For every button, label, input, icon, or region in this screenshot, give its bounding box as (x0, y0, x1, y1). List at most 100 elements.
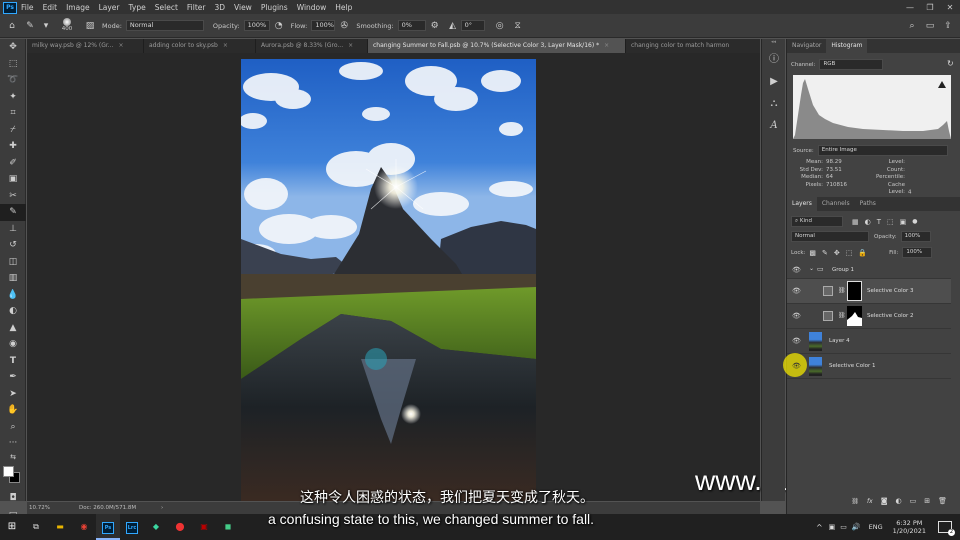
task-view-icon[interactable]: ⧉ (24, 514, 48, 540)
menu-view[interactable]: View (234, 3, 252, 12)
pressure-size-icon[interactable]: ◎ (494, 20, 506, 32)
tab-navigator[interactable]: Navigator (787, 39, 826, 53)
angle-field[interactable]: 0° (460, 20, 485, 31)
layer-thumbnail[interactable] (809, 332, 822, 351)
lock-transparent-icon[interactable]: ▩ (809, 249, 816, 257)
visibility-eye-icon[interactable]: 👁 (792, 287, 801, 296)
opacity-pressure-icon[interactable]: ◔ (273, 20, 285, 32)
volume-icon[interactable]: 🔊 (852, 523, 861, 531)
collapse-arrows-icon[interactable]: ◂◂ (762, 39, 785, 49)
menu-file[interactable]: File (21, 3, 34, 12)
menu-window[interactable]: Window (297, 3, 327, 12)
tab-histogram[interactable]: Histogram (826, 39, 868, 53)
lock-artboard-icon[interactable]: ⬚ (846, 249, 853, 257)
fill-field[interactable]: 100% (902, 247, 933, 258)
share-icon[interactable]: ⇪ (942, 20, 954, 32)
hand-tool-icon[interactable]: ✋ (0, 402, 26, 419)
clone-stamp-tool-icon[interactable]: ⊥ (0, 221, 26, 238)
smoothing-field[interactable]: 0% (397, 20, 426, 31)
brush-size-picker[interactable]: 400 (58, 16, 76, 36)
flow-field[interactable]: 100% (311, 20, 336, 31)
close-tab-icon[interactable]: × (348, 42, 353, 49)
close-tab-icon[interactable]: × (604, 42, 609, 49)
layer-mask-thumbnail[interactable] (847, 306, 862, 326)
menu-image[interactable]: Image (66, 3, 90, 12)
marquee-tool-icon[interactable]: ⬚ (0, 56, 26, 73)
app-icon-teal[interactable]: ◼ (216, 514, 240, 540)
menu-type[interactable]: Type (129, 3, 146, 12)
home-icon[interactable]: ⌂ (6, 20, 18, 32)
trash-icon[interactable]: 🗑 (938, 497, 947, 505)
layer-row-selective-color-3[interactable]: 👁 ⛓ Selective Color 3 (787, 279, 951, 304)
menu-layer[interactable]: Layer (99, 3, 120, 12)
dodge-tool-icon[interactable]: ◐ (0, 303, 26, 320)
network-icon[interactable]: ▭ (840, 523, 847, 531)
lightroom-classic-icon[interactable]: Lrc (120, 514, 144, 540)
menu-3d[interactable]: 3D (214, 3, 225, 12)
tab-aurora[interactable]: Aurora.psb @ 8.33% (Gro... × (256, 39, 368, 53)
chrome-icon[interactable]: ◉ (72, 514, 96, 540)
smoothing-gear-icon[interactable]: ⚙ (429, 20, 441, 32)
new-adjustment-icon[interactable]: ◐ (896, 497, 902, 505)
airbrush-icon[interactable]: ✇ (338, 20, 350, 32)
spot-heal-tool-icon[interactable]: ✚ (0, 138, 26, 155)
status-menu-arrow[interactable]: › (161, 502, 163, 514)
history-brush-tool-icon[interactable]: ↺ (0, 237, 26, 254)
menu-filter[interactable]: Filter (187, 3, 206, 12)
symmetry-icon[interactable]: ⧖ (512, 20, 524, 32)
lasso-tool-icon[interactable]: ➰ (0, 72, 26, 89)
content-aware-move-tool-icon[interactable]: ✂ (0, 188, 26, 205)
notification-center-icon[interactable]: 2 (938, 521, 955, 536)
type-tool-icon[interactable]: T (0, 353, 26, 370)
patch-tool-icon[interactable]: ▣ (0, 171, 26, 188)
info-icon[interactable]: ⓘ (762, 49, 786, 71)
layer-row-selective-color-2[interactable]: 👁 ⛓ Selective Color 2 (787, 304, 951, 329)
zoom-tool-icon[interactable]: ⌕ (0, 419, 26, 436)
pen-tool-icon[interactable]: ✒ (0, 369, 26, 386)
source-select[interactable]: Entire Image (817, 145, 948, 156)
gradient-tool-icon[interactable]: ▥ (0, 270, 26, 287)
layer-filter-kind[interactable]: ⌕ Kind (791, 216, 843, 227)
mask-link-icon[interactable]: ⛓ (838, 287, 846, 294)
filter-adjustment-icon[interactable]: ◐ (865, 218, 871, 226)
visibility-eye-icon[interactable]: 👁 (792, 312, 801, 321)
eraser-tool-icon[interactable]: ◫ (0, 254, 26, 271)
layer-thumbnail[interactable] (809, 357, 822, 376)
filter-shape-icon[interactable]: ⬚ (887, 218, 894, 226)
document-image[interactable] (241, 59, 536, 501)
character-panel-icon[interactable]: A (762, 115, 786, 137)
clock[interactable]: 6:32 PM 1/20/2021 (893, 519, 926, 535)
layer-row-group-1[interactable]: 👁 ⌄ ▭ Group 1 (787, 261, 951, 279)
color-swatches[interactable] (0, 464, 26, 490)
filter-toggle-icon[interactable]: ● (912, 218, 917, 225)
visibility-eye-icon[interactable]: 👁 (792, 362, 801, 371)
menu-plugins[interactable]: Plugins (261, 3, 288, 12)
zoom-level[interactable]: 10.72% (29, 502, 79, 514)
app-icon-video[interactable]: ▣ (192, 514, 216, 540)
crop-tool-icon[interactable]: ⌗ (0, 105, 26, 122)
close-window-button[interactable]: ✕ (940, 3, 960, 12)
maximize-button[interactable]: ❐ (920, 3, 940, 12)
layer-mask-thumbnail[interactable] (847, 281, 862, 301)
swap-colors-icon[interactable]: ⇆ (0, 452, 26, 464)
brush-tool-icon[interactable]: ✎ (0, 204, 26, 221)
path-select-tool-icon[interactable]: ➤ (0, 386, 26, 403)
tab-milky-way[interactable]: milky way.psb @ 12% (Gr... × (27, 39, 144, 53)
blend-mode-select[interactable]: Normal (791, 231, 869, 242)
tab-changing-summer-to-fall[interactable]: changing Summer to Fall.psb @ 10.7% (Sel… (368, 39, 626, 53)
lock-all-icon[interactable]: 🔒 (858, 249, 867, 257)
tray-app-icon[interactable]: ▣ (829, 523, 836, 531)
opacity-field[interactable]: 100% (243, 20, 270, 31)
menu-edit[interactable]: Edit (43, 3, 58, 12)
filter-smart-object-icon[interactable]: ▣ (900, 218, 907, 226)
quick-mask-icon[interactable]: ◘ (0, 490, 26, 507)
eyedropper-tool-icon[interactable]: ⌿ (0, 122, 26, 139)
tab-channels[interactable]: Channels (817, 197, 855, 211)
blur-tool-icon[interactable]: 💧 (0, 287, 26, 304)
brush-settings-icon[interactable]: ▨ (84, 20, 96, 32)
close-tab-icon[interactable]: × (223, 42, 228, 49)
more-tools-icon[interactable]: ··· (0, 435, 26, 452)
windows-start-icon[interactable]: ⊞ (0, 514, 24, 540)
new-layer-icon[interactable]: ⊞ (924, 497, 930, 505)
menu-help[interactable]: Help (335, 3, 352, 12)
